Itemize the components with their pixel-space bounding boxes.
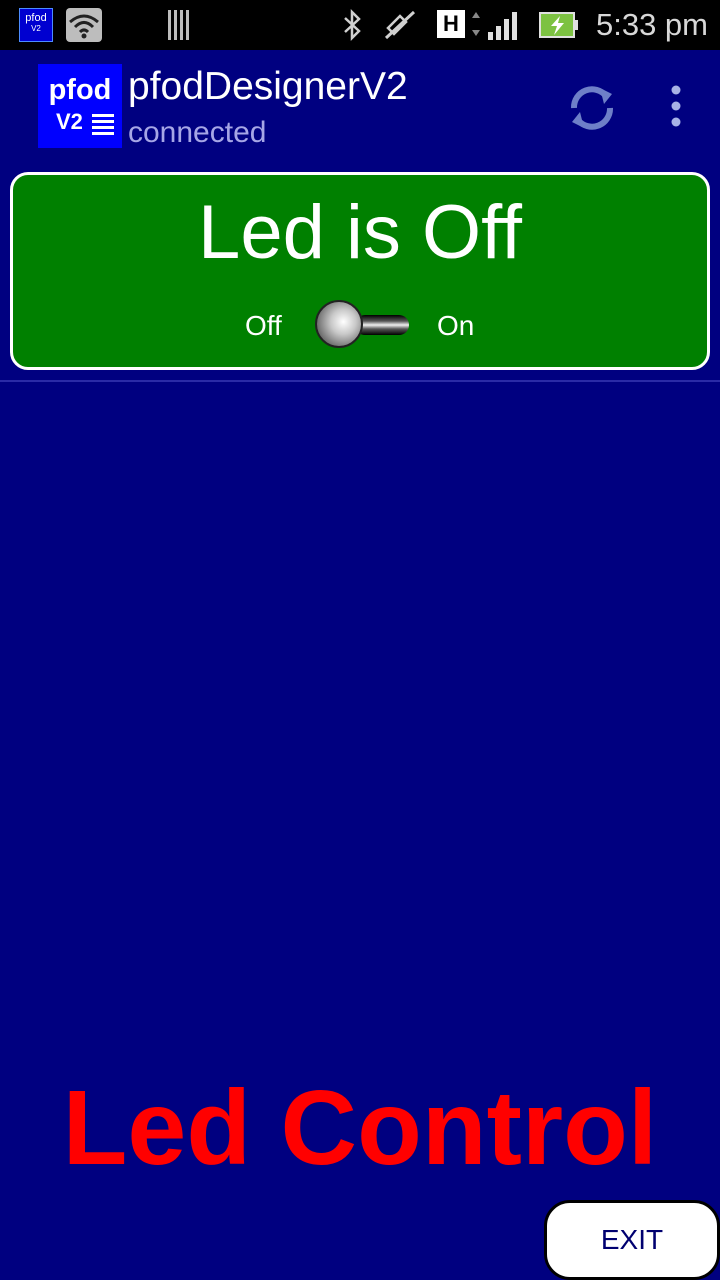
status-bar: pfod V2 H 5:33 pm <box>0 0 720 50</box>
app-title: pfodDesignerV2 <box>128 65 408 108</box>
led-toggle-switch[interactable] <box>315 299 411 351</box>
toggle-track <box>355 315 409 335</box>
barcode-icon <box>168 10 189 40</box>
overflow-menu-icon[interactable] <box>660 80 692 132</box>
logo-version: V2 <box>56 109 83 134</box>
connection-status: connected <box>128 116 267 149</box>
wifi-icon <box>66 8 102 42</box>
bluetooth-icon <box>344 8 361 42</box>
toggle-row: Off On <box>13 299 707 355</box>
vibrate-off-icon <box>384 10 416 40</box>
toggle-knob[interactable] <box>315 300 363 348</box>
toggle-on-label: On <box>437 310 475 341</box>
hspa-icon: H <box>437 10 465 38</box>
footer-title: Led Control <box>62 1069 658 1187</box>
signal-icon <box>472 12 517 40</box>
divider <box>0 380 720 382</box>
led-control-card[interactable]: Led is Off Off On <box>10 172 710 370</box>
pfod-app-icon: pfod V2 <box>19 8 53 42</box>
status-time: 5:33 pm <box>595 7 708 42</box>
exit-button[interactable]: EXIT <box>544 1200 720 1280</box>
action-bar: pfod V2 pfodDesignerV2 connected <box>0 50 720 160</box>
menu-lines-icon <box>92 114 114 135</box>
app-logo: pfod V2 <box>38 64 122 148</box>
notification-app-text: pfod <box>25 12 47 24</box>
notification-app-subtext: V2 <box>31 24 41 33</box>
toggle-off-label: Off <box>245 310 282 341</box>
logo-text: pfod <box>48 74 112 106</box>
battery-charging-icon <box>539 12 578 38</box>
led-status-text: Led is Off <box>198 190 522 275</box>
refresh-icon[interactable] <box>562 78 622 138</box>
